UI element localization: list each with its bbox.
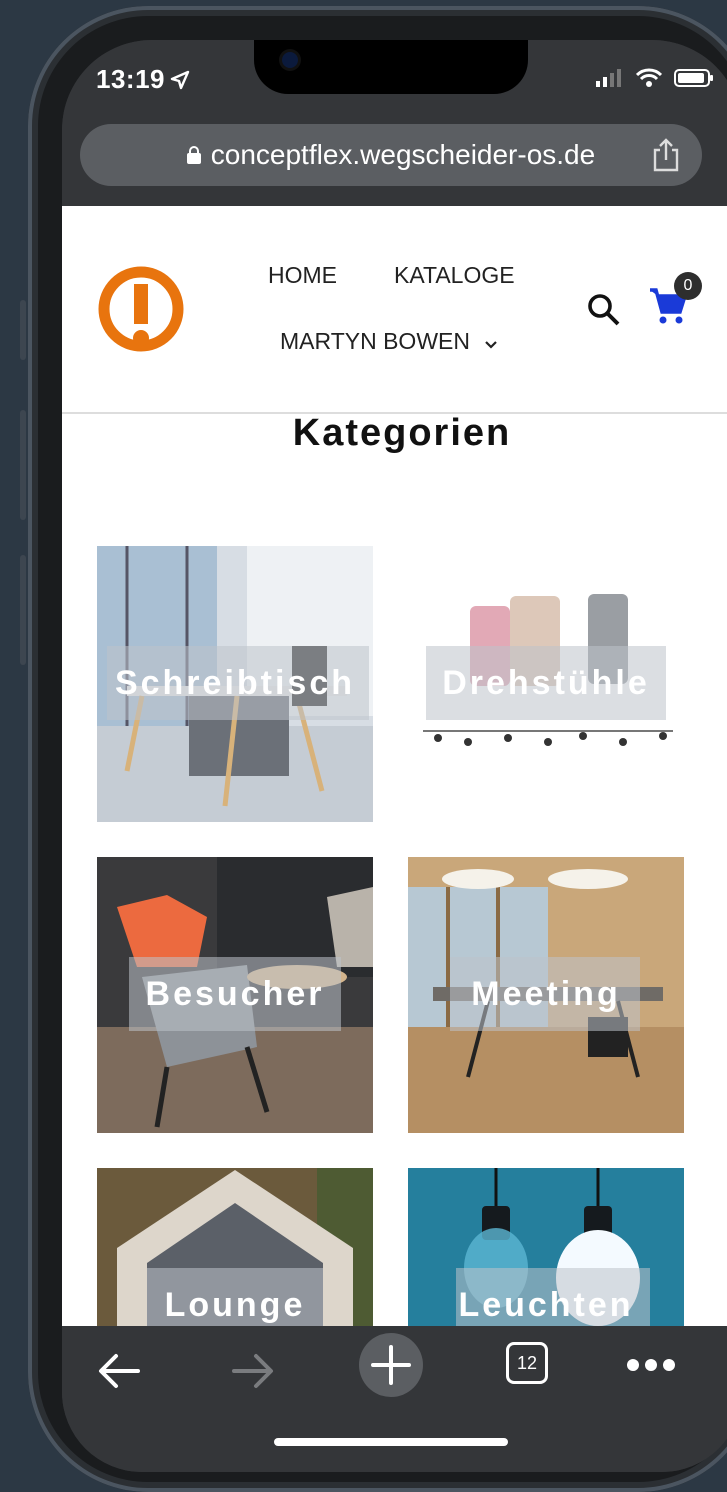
category-tile[interactable]: Leuchten bbox=[408, 1168, 684, 1326]
cart-badge: 0 bbox=[674, 272, 702, 300]
share-icon[interactable] bbox=[652, 138, 680, 179]
location-arrow-icon bbox=[170, 70, 190, 95]
camera bbox=[282, 52, 298, 68]
category-tile[interactable]: Besucher bbox=[97, 857, 373, 1133]
notch bbox=[254, 40, 528, 94]
side-button bbox=[20, 410, 26, 520]
tabs-icon[interactable]: 12 bbox=[506, 1342, 548, 1384]
more-icon[interactable] bbox=[626, 1358, 676, 1377]
web-page: HOME KATALOGE MARTYN BOWEN 0 Kategorien bbox=[62, 206, 727, 1326]
search-icon[interactable] bbox=[586, 292, 622, 333]
site-logo[interactable] bbox=[98, 266, 184, 357]
category-label: Besucher bbox=[145, 975, 325, 1013]
page-title: Kategorien bbox=[292, 412, 512, 454]
status-bar: 13:19 bbox=[62, 40, 727, 130]
nav-user-label: MARTYN BOWEN bbox=[280, 328, 470, 354]
address-bar[interactable]: conceptflex.wegscheider-os.de bbox=[80, 124, 702, 186]
category-tile[interactable]: Meeting bbox=[408, 857, 684, 1133]
lock-icon bbox=[186, 139, 201, 171]
signal-icon bbox=[596, 69, 624, 92]
battery-icon bbox=[674, 68, 714, 93]
chevron-down-icon bbox=[484, 329, 498, 356]
category-label: Meeting bbox=[471, 975, 621, 1013]
url-text: conceptflex.wegscheider-os.de bbox=[210, 139, 596, 170]
screen: 13:19 conceptflex.wegscheider-os.de HOME… bbox=[62, 40, 727, 1472]
category-tile[interactable]: Drehstühle bbox=[408, 546, 684, 822]
back-icon[interactable] bbox=[96, 1348, 142, 1399]
category-label: Lounge bbox=[164, 1286, 306, 1324]
category-label: Schreibtisch bbox=[114, 664, 356, 702]
category-label: Leuchten bbox=[458, 1286, 634, 1324]
plus-icon[interactable] bbox=[358, 1332, 424, 1403]
side-button bbox=[20, 555, 26, 665]
category-label: Drehstühle bbox=[442, 664, 650, 702]
site-header: HOME KATALOGE MARTYN BOWEN 0 bbox=[62, 206, 727, 414]
category-tile[interactable]: Schreibtisch bbox=[97, 546, 373, 822]
wifi-icon bbox=[635, 68, 663, 93]
nav-user-menu[interactable]: MARTYN BOWEN bbox=[280, 328, 498, 356]
nav-kataloge[interactable]: KATALOGE bbox=[394, 262, 515, 289]
forward-icon bbox=[230, 1348, 276, 1399]
tabs-count: 12 bbox=[506, 1342, 548, 1384]
category-tile[interactable]: Lounge bbox=[97, 1168, 373, 1326]
nav-home[interactable]: HOME bbox=[268, 262, 337, 289]
home-indicator[interactable] bbox=[274, 1438, 508, 1446]
side-button bbox=[20, 300, 26, 360]
status-time: 13:19 bbox=[96, 64, 165, 94]
browser-toolbar: 12 bbox=[62, 1326, 727, 1472]
